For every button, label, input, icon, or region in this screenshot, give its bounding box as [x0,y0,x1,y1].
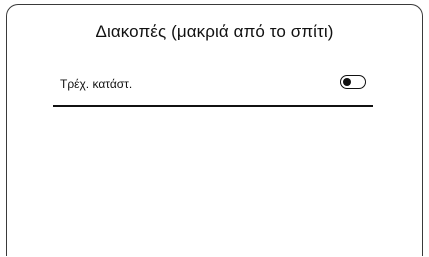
current-status-toggle[interactable] [340,75,366,89]
current-status-row: Τρέχ. κατάστ. [53,75,373,107]
toggle-knob [343,77,351,86]
vacation-mode-panel: Διακοπές (μακριά από το σπίτι) Τρέχ. κατ… [6,4,423,256]
panel-title: Διακοπές (μακριά από το σπίτι) [95,22,334,41]
current-status-label: Τρέχ. κατάστ. [60,77,133,91]
